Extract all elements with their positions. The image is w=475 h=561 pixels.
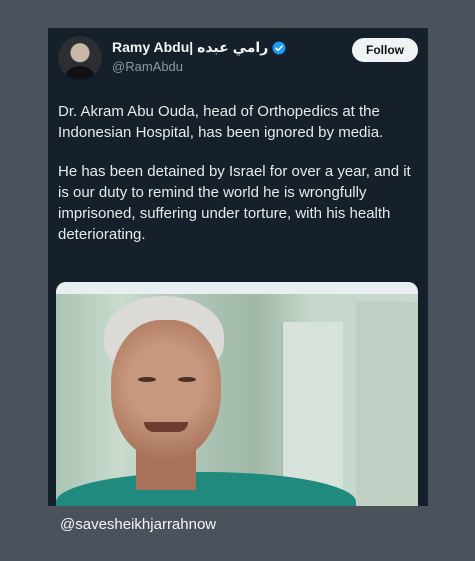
photo-wall-panel — [356, 302, 418, 506]
photo-mouth — [144, 422, 188, 432]
photo-eye — [138, 377, 156, 382]
verified-badge-icon — [272, 41, 286, 55]
photo-eye — [178, 377, 196, 382]
follow-button[interactable]: Follow — [352, 38, 418, 62]
tweet-card: Ramy Abdu| رامي عبده @RamAbdu Follow Dr.… — [48, 28, 428, 506]
photo-ceiling — [56, 282, 418, 294]
author-handle[interactable]: @RamAbdu — [112, 59, 183, 74]
author-name[interactable]: Ramy Abdu| رامي عبده — [112, 39, 268, 56]
tweet-photo[interactable] — [56, 282, 418, 506]
tweet-paragraph: He has been detained by Israel for over … — [58, 163, 411, 243]
author-avatar[interactable] — [58, 36, 102, 80]
photo-face — [111, 320, 221, 460]
caption-handle[interactable]: @savesheikhjarrahnow — [60, 516, 216, 533]
author-name-row: Ramy Abdu| رامي عبده — [112, 39, 286, 56]
caption-bar: @savesheikhjarrahnow — [48, 506, 428, 544]
tweet-text: Dr. Akram Abu Ouda, head of Orthopedics … — [58, 101, 420, 263]
tweet-header: Ramy Abdu| رامي عبده @RamAbdu Follow — [58, 36, 418, 82]
tweet-paragraph: Dr. Akram Abu Ouda, head of Orthopedics … — [58, 103, 384, 141]
